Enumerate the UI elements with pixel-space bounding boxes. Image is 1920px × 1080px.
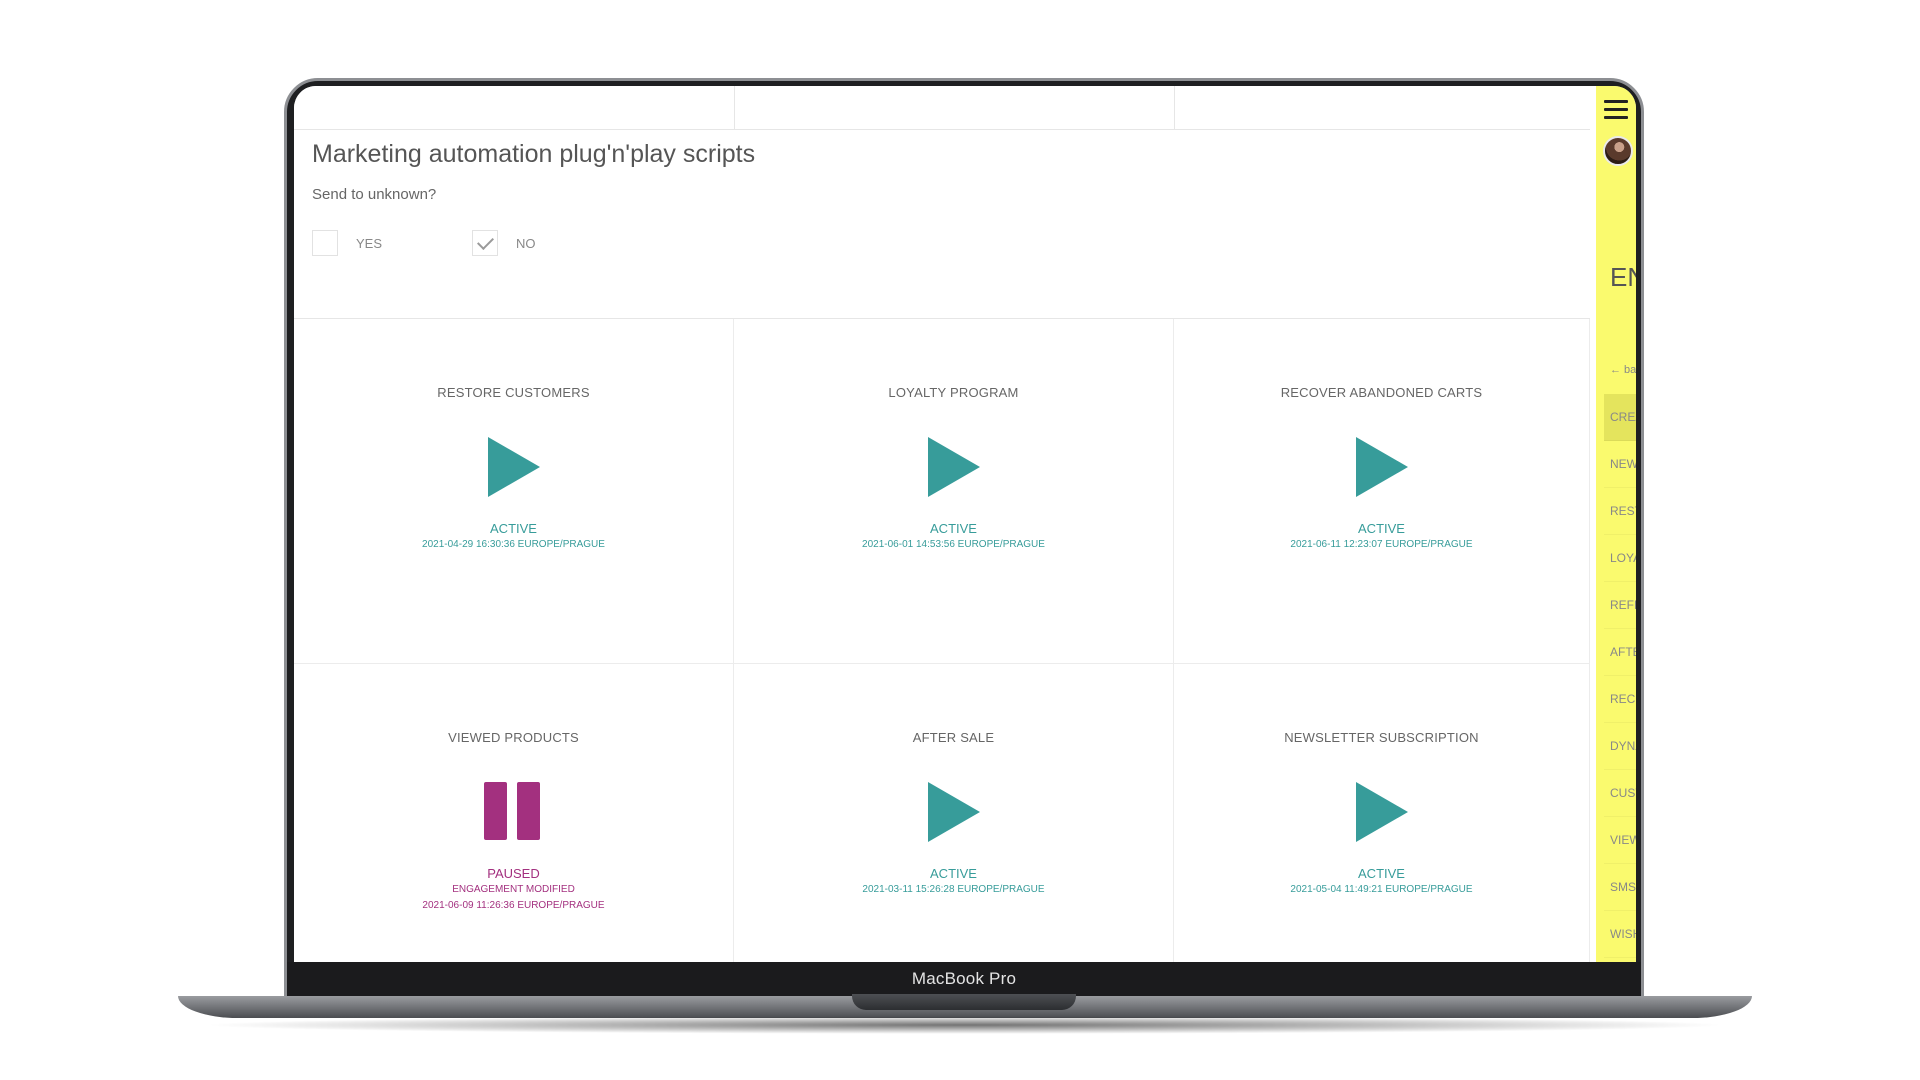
- card-title: AFTER SALE: [912, 730, 995, 745]
- card-title: VIEWED PRODUCTS: [448, 730, 579, 745]
- card-note: ENGAGEMENT MODIFIED: [452, 884, 575, 895]
- sidebar-item-sms[interactable]: SMS: [1604, 864, 1636, 911]
- card-status: PAUSED: [487, 866, 540, 881]
- yes-label: YES: [356, 235, 383, 251]
- checkmark-icon: [477, 233, 494, 250]
- card-status: ACTIVE: [930, 521, 977, 536]
- card-loyalty-program[interactable]: LOYALTY PROGRAM ACTIVE 2021-06-01 14:53:…: [734, 319, 1174, 664]
- app-main: Marketing automation plug'n'play scripts…: [294, 86, 1590, 966]
- card-timestamp: 2021-06-01 14:53:56 EUROPE/PRAGUE: [862, 539, 1045, 550]
- back-link[interactable]: ← ba: [1610, 364, 1636, 376]
- screen: Marketing automation plug'n'play scripts…: [294, 86, 1636, 966]
- sidebar-item-restore[interactable]: REST: [1604, 488, 1636, 535]
- card-timestamp: 2021-06-09 11:26:36 EUROPE/PRAGUE: [422, 900, 605, 911]
- top-strip-divider: [1174, 86, 1175, 130]
- sidebar-item-new[interactable]: NEW: [1604, 441, 1636, 488]
- avatar[interactable]: [1603, 136, 1633, 166]
- hamburger-menu-icon[interactable]: [1604, 100, 1628, 120]
- sidebar-item-recover[interactable]: RECO: [1604, 676, 1636, 723]
- language-label[interactable]: EN: [1610, 262, 1636, 293]
- card-timestamp: 2021-04-29 16:30:36 EUROPE/PRAGUE: [422, 539, 605, 550]
- scripts-grid: RESTORE CUSTOMERS ACTIVE 2021-04-29 16:3…: [294, 318, 1590, 966]
- option-yes[interactable]: YES: [312, 230, 382, 256]
- play-icon[interactable]: [924, 437, 984, 499]
- top-strip: [294, 86, 1590, 130]
- sidebar: EN ← ba CREA NEW REST LOYA REFE AFTE REC…: [1596, 86, 1636, 966]
- sidebar-item-wishlist[interactable]: WISH: [1604, 911, 1636, 958]
- yes-checkbox[interactable]: [312, 230, 338, 256]
- card-restore-customers[interactable]: RESTORE CUSTOMERS ACTIVE 2021-04-29 16:3…: [294, 319, 734, 664]
- sidebar-item-create[interactable]: CREA: [1604, 394, 1636, 441]
- device-label: MacBook Pro: [911, 969, 1017, 988]
- option-no[interactable]: NO: [472, 230, 536, 256]
- sidebar-item-after-sale[interactable]: AFTE: [1604, 629, 1636, 676]
- laptop-shadow: [200, 1016, 1730, 1034]
- card-title: NEWSLETTER SUBSCRIPTION: [1284, 730, 1479, 745]
- sidebar-item-dynamic[interactable]: DYNA: [1604, 723, 1636, 770]
- card-recover-abandoned-carts[interactable]: RECOVER ABANDONED CARTS ACTIVE 2021-06-1…: [1174, 319, 1590, 664]
- card-status: ACTIVE: [490, 521, 537, 536]
- play-icon[interactable]: [1352, 437, 1412, 499]
- laptop-notch: [852, 994, 1076, 1010]
- card-title: RECOVER ABANDONED CARTS: [1280, 385, 1483, 400]
- sidebar-item-loyalty[interactable]: LOYA: [1604, 535, 1636, 582]
- card-timestamp: 2021-06-11 12:23:07 EUROPE/PRAGUE: [1290, 539, 1473, 550]
- no-label: NO: [516, 235, 536, 251]
- no-checkbox[interactable]: [472, 230, 498, 256]
- card-title: LOYALTY PROGRAM: [888, 385, 1019, 400]
- laptop-chin: MacBook Pro: [287, 962, 1641, 996]
- card-newsletter-subscription[interactable]: NEWSLETTER SUBSCRIPTION ACTIVE 2021-05-0…: [1174, 664, 1590, 966]
- play-icon[interactable]: [924, 782, 984, 844]
- top-strip-divider: [734, 86, 735, 130]
- play-icon[interactable]: [484, 437, 544, 499]
- card-after-sale[interactable]: AFTER SALE ACTIVE 2021-03-11 15:26:28 EU…: [734, 664, 1174, 966]
- card-timestamp: 2021-03-11 15:26:28 EUROPE/PRAGUE: [862, 884, 1045, 895]
- card-timestamp: 2021-05-04 11:49:21 EUROPE/PRAGUE: [1290, 884, 1473, 895]
- card-viewed-products[interactable]: VIEWED PRODUCTS PAUSED ENGAGEMENT MODIFI…: [294, 664, 734, 966]
- card-title: RESTORE CUSTOMERS: [437, 385, 590, 400]
- card-status: ACTIVE: [1358, 521, 1405, 536]
- page-title: Marketing automation plug'n'play scripts: [312, 140, 756, 168]
- sidebar-item-referral[interactable]: REFE: [1604, 582, 1636, 629]
- sidebar-item-viewed[interactable]: VIEW: [1604, 817, 1636, 864]
- send-to-unknown-question: Send to unknown?: [312, 186, 437, 203]
- card-status: ACTIVE: [1358, 866, 1405, 881]
- pause-icon[interactable]: [483, 782, 544, 844]
- sidebar-item-custom[interactable]: CUST: [1604, 770, 1636, 817]
- card-status: ACTIVE: [930, 866, 977, 881]
- play-icon[interactable]: [1352, 782, 1412, 844]
